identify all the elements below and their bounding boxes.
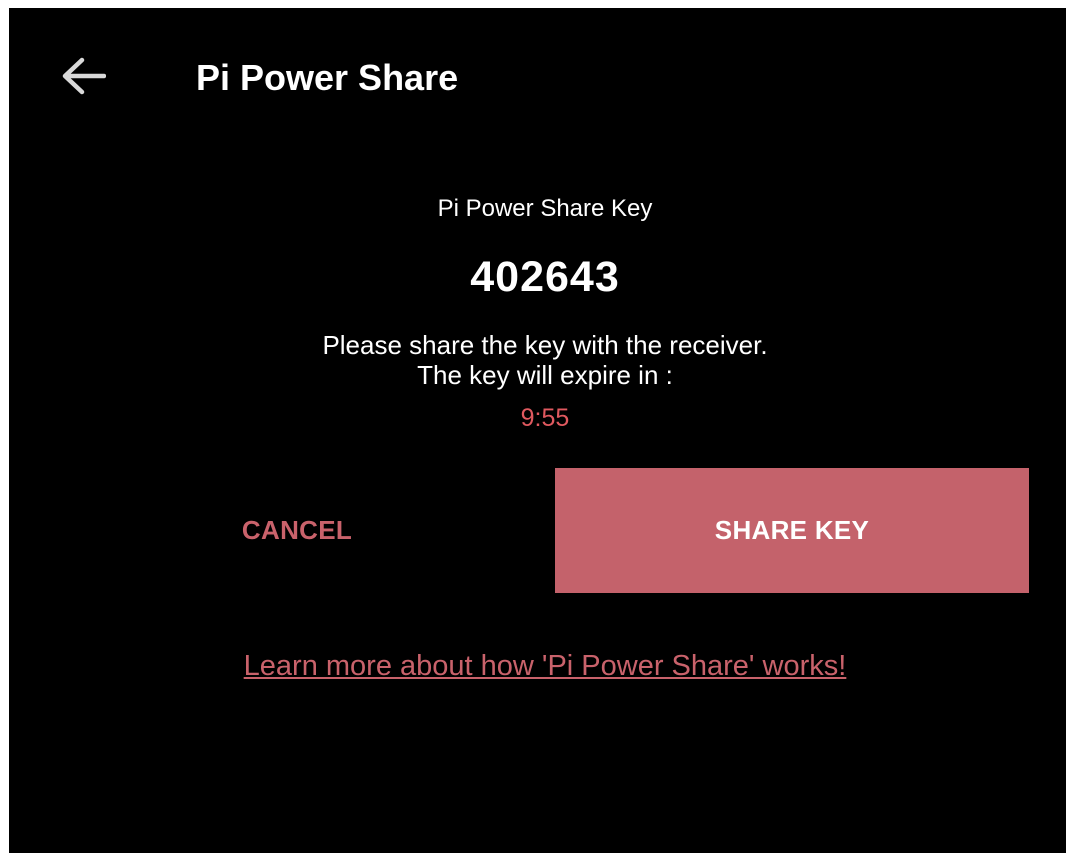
arrow-left-icon [60, 56, 106, 96]
page-title: Pi Power Share [196, 57, 459, 98]
key-label: Pi Power Share Key [437, 195, 653, 222]
instructions-text: Please share the key with the receiver. … [9, 330, 1066, 390]
share-key-button[interactable]: SHARE KEY [555, 468, 1029, 593]
instruction-line-1: Please share the key with the receiver. [322, 330, 768, 360]
instruction-line-2: The key will expire in : [417, 360, 673, 390]
app-screen: Pi Power Share Pi Power Share Key 402643… [9, 8, 1066, 853]
expiry-countdown: 9:55 [520, 404, 570, 432]
share-key-value: 402643 [470, 253, 620, 301]
learn-more-link[interactable]: Learn more about how 'Pi Power Share' wo… [9, 648, 1066, 684]
cancel-button[interactable]: CANCEL [185, 488, 409, 572]
back-button[interactable] [57, 54, 109, 98]
